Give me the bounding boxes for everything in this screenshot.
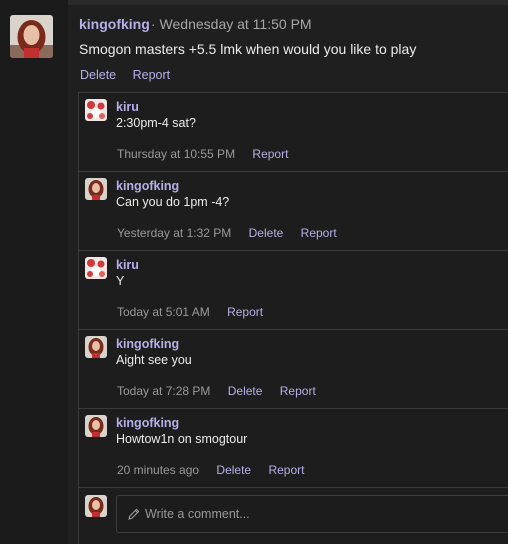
kiru-avatar[interactable]: [85, 257, 107, 279]
comment-item: kingofking Howtow1n on smogtour 20 minut…: [79, 408, 508, 488]
comment-meta: Yesterday at 1:32 PM Delete Report: [117, 226, 351, 240]
kiru-avatar[interactable]: [85, 99, 107, 121]
comment-composer: Write a comment...: [79, 487, 508, 544]
comment-timestamp: Today at 7:28 PM: [117, 384, 211, 398]
top-divider: [68, 0, 508, 5]
comment-item: kingofking Can you do 1pm -4? Yesterday …: [79, 171, 508, 251]
comment-delete-link[interactable]: Delete: [216, 463, 251, 477]
comment-input-placeholder: Write a comment...: [145, 507, 250, 521]
kingofking-avatar[interactable]: [85, 336, 107, 358]
comment-delete-link[interactable]: Delete: [249, 226, 284, 240]
comment-author[interactable]: kiru: [116, 100, 139, 114]
thread-view: kingofking · Wednesday at 11:50 PM Smogo…: [0, 0, 508, 544]
post-author-avatar[interactable]: [10, 15, 53, 58]
current-user-avatar: [85, 495, 107, 517]
pencil-icon: [128, 507, 140, 525]
comment-text: Y: [116, 274, 125, 288]
post-body: Smogon masters +5.5 lmk when would you l…: [79, 41, 417, 57]
comment-text: Aight see you: [116, 353, 192, 367]
comment-author[interactable]: kingofking: [116, 416, 179, 430]
kingofking-avatar[interactable]: [85, 178, 107, 200]
post-actions: Delete Report: [80, 68, 183, 82]
comment-timestamp: Yesterday at 1:32 PM: [117, 226, 232, 240]
comment-item: kingofking Aight see you Today at 7:28 P…: [79, 329, 508, 409]
comment-meta: Today at 5:01 AM Report: [117, 305, 277, 319]
comment-timestamp: Today at 5:01 AM: [117, 305, 210, 319]
comment-timestamp: 20 minutes ago: [117, 463, 200, 477]
comment-author[interactable]: kiru: [116, 258, 139, 272]
comment-author[interactable]: kingofking: [116, 179, 179, 193]
comment-report-link[interactable]: Report: [301, 226, 337, 240]
comment-meta: 20 minutes ago Delete Report: [117, 463, 318, 477]
comment-input[interactable]: Write a comment...: [116, 495, 508, 533]
comment-report-link[interactable]: Report: [268, 463, 304, 477]
comment-delete-link[interactable]: Delete: [228, 384, 263, 398]
comment-timestamp: Thursday at 10:55 PM: [117, 147, 236, 161]
kingofking-avatar[interactable]: [85, 415, 107, 437]
post-report-link[interactable]: Report: [133, 68, 171, 82]
post-author[interactable]: kingofking: [79, 16, 150, 32]
comment-item: kiru Y Today at 5:01 AM Report: [79, 250, 508, 330]
comment-report-link[interactable]: Report: [252, 147, 288, 161]
comment-text: Can you do 1pm -4?: [116, 195, 230, 209]
post-timestamp: · Wednesday at 11:50 PM: [151, 16, 312, 32]
comment-report-link[interactable]: Report: [227, 305, 263, 319]
comment-list: kiru 2:30pm-4 sat? Thursday at 10:55 PM …: [78, 92, 508, 544]
comment-item: kiru 2:30pm-4 sat? Thursday at 10:55 PM …: [79, 92, 508, 172]
post-delete-link[interactable]: Delete: [80, 68, 116, 82]
comment-text: Howtow1n on smogtour: [116, 432, 248, 446]
comment-text: 2:30pm-4 sat?: [116, 116, 196, 130]
comment-report-link[interactable]: Report: [280, 384, 316, 398]
comment-meta: Today at 7:28 PM Delete Report: [117, 384, 330, 398]
comment-author[interactable]: kingofking: [116, 337, 179, 351]
left-rail: [0, 0, 68, 544]
comment-meta: Thursday at 10:55 PM Report: [117, 147, 302, 161]
